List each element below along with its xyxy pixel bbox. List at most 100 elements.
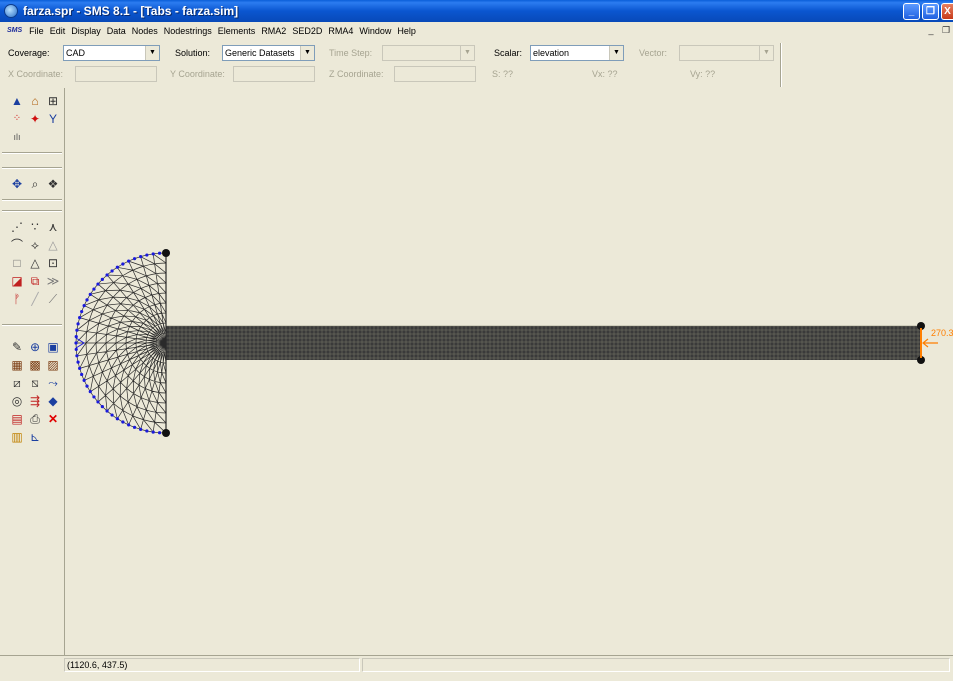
s-readout: S: ?? bbox=[492, 69, 514, 79]
rectangle-icon[interactable]: □ bbox=[9, 255, 25, 271]
sms-menu-logo-icon[interactable]: SMS bbox=[7, 27, 22, 34]
quad-icon[interactable]: ⊡ bbox=[45, 255, 61, 271]
select-mesh-icon[interactable]: ▲ bbox=[9, 93, 25, 109]
boundary-node bbox=[75, 328, 79, 332]
rotate-icon[interactable]: ❖ bbox=[45, 176, 61, 192]
mesh-plot[interactable] bbox=[66, 88, 953, 655]
nodestring-icon[interactable]: Y bbox=[45, 111, 61, 127]
terrain-icon[interactable]: ılı bbox=[9, 129, 25, 145]
assign-bc3-icon[interactable]: ▨ bbox=[45, 357, 61, 373]
boundary-node bbox=[88, 390, 92, 394]
contour-icon[interactable]: ◎ bbox=[9, 393, 25, 409]
scalar-select[interactable]: elevation ▼ bbox=[530, 45, 624, 61]
calculator-icon[interactable]: ▤ bbox=[9, 411, 25, 427]
boundary-node bbox=[121, 420, 125, 424]
x-coordinate-field[interactable] bbox=[75, 66, 157, 82]
menu-elements[interactable]: Elements bbox=[215, 26, 259, 36]
select-nodes-icon[interactable]: ∵ bbox=[27, 219, 43, 235]
menu-nodes[interactable]: Nodes bbox=[129, 26, 161, 36]
select-node-icon[interactable]: ⋰ bbox=[9, 219, 25, 235]
menu-edit[interactable]: Edit bbox=[47, 26, 69, 36]
menu-nodestrings[interactable]: Nodestrings bbox=[161, 26, 215, 36]
nodestring-create-icon[interactable]: ᚠ bbox=[9, 291, 25, 307]
scalar-label: Scalar: bbox=[494, 48, 523, 58]
chevron-down-icon[interactable]: ▼ bbox=[145, 46, 159, 60]
flow-bc-arrow-icon bbox=[922, 338, 938, 348]
cursor-coordinate-readout: (1120.6, 437.5) bbox=[64, 658, 360, 672]
menu-rma2[interactable]: RMA2 bbox=[258, 26, 289, 36]
menu-display[interactable]: Display bbox=[68, 26, 104, 36]
split-icon[interactable]: ⧉ bbox=[27, 273, 43, 289]
create-arc-icon[interactable]: ⌒ bbox=[9, 237, 25, 253]
line-icon[interactable]: ╱ bbox=[27, 291, 43, 307]
boundary-node bbox=[100, 405, 104, 409]
close-button[interactable]: X bbox=[941, 3, 953, 20]
line-alt-icon[interactable]: ⟋ bbox=[45, 291, 61, 307]
data-toolbar: Coverage: CAD ▼ Solution: Generic Datase… bbox=[0, 45, 780, 64]
vector-label: Vector: bbox=[639, 48, 668, 58]
menu-window[interactable]: Window bbox=[356, 26, 394, 36]
toolbar-separator bbox=[780, 43, 782, 87]
z-coordinate-field[interactable] bbox=[394, 66, 476, 82]
chevron-down-icon[interactable]: ▼ bbox=[460, 46, 474, 60]
dataset3-icon[interactable]: ⤳ bbox=[45, 375, 61, 391]
delete-icon[interactable]: ✕ bbox=[45, 411, 61, 427]
select-house-icon[interactable]: ⌂ bbox=[27, 93, 43, 109]
triangle-icon[interactable]: △ bbox=[45, 237, 61, 253]
dataset-icon[interactable]: ⧄ bbox=[9, 375, 25, 391]
assign-bc-icon[interactable]: ▦ bbox=[9, 357, 25, 373]
boundary-node bbox=[100, 277, 104, 281]
scatter-points-icon[interactable]: ⁘ bbox=[9, 111, 25, 127]
select-element-icon[interactable]: ⋏ bbox=[45, 219, 61, 235]
boundary-node bbox=[110, 413, 114, 417]
assign-bc2-icon[interactable]: ▩ bbox=[27, 357, 43, 373]
zoom-icon[interactable]: ⌕ bbox=[27, 176, 43, 192]
chevron-down-icon[interactable]: ▼ bbox=[300, 46, 314, 60]
sms-app-icon[interactable] bbox=[4, 4, 18, 18]
restore-button[interactable]: ❐ bbox=[922, 3, 939, 20]
menu-data[interactable]: Data bbox=[104, 26, 129, 36]
swap-icon[interactable]: ≫ bbox=[45, 273, 61, 289]
boundary-node bbox=[82, 378, 86, 382]
create-polygon-icon[interactable]: ⟡ bbox=[27, 237, 43, 253]
plot-icon[interactable]: ▥ bbox=[9, 429, 25, 445]
print-icon[interactable]: ⎙ bbox=[27, 411, 43, 427]
boundary-node bbox=[145, 253, 149, 257]
y-coordinate-label: Y Coordinate: bbox=[170, 69, 225, 79]
boundary-node bbox=[157, 431, 162, 435]
dataset2-icon[interactable]: ⧅ bbox=[27, 375, 43, 391]
boundary-node bbox=[115, 265, 119, 269]
solution-value: Generic Datasets bbox=[225, 48, 295, 58]
chevron-down-icon[interactable]: ▼ bbox=[759, 46, 773, 60]
edit-icon[interactable]: ✎ bbox=[9, 339, 25, 355]
layers-icon[interactable]: ◆ bbox=[45, 393, 61, 409]
menu-sed2d[interactable]: SED2D bbox=[289, 26, 325, 36]
feature-points-icon[interactable]: ✦ bbox=[27, 111, 43, 127]
menu-file[interactable]: File bbox=[26, 26, 47, 36]
select-grid-icon[interactable]: ⊞ bbox=[45, 93, 61, 109]
boundary-node bbox=[132, 257, 137, 261]
triangle-outline-icon[interactable]: △ bbox=[27, 255, 43, 271]
y-coordinate-field[interactable] bbox=[233, 66, 315, 82]
title-bar[interactable]: farza.spr - SMS 8.1 - [Tabs - farza.sim]… bbox=[0, 0, 953, 22]
graphics-window[interactable]: 270.3 bbox=[66, 88, 953, 655]
menu-help[interactable]: Help bbox=[394, 26, 419, 36]
coverage-select[interactable]: CAD ▼ bbox=[63, 45, 160, 61]
mdi-minimize-button[interactable]: _ bbox=[924, 24, 938, 37]
minimize-button[interactable]: _ bbox=[903, 3, 920, 20]
frame-icon[interactable]: ▣ bbox=[45, 339, 61, 355]
target-icon[interactable]: ⊕ bbox=[27, 339, 43, 355]
vector-select[interactable]: ▼ bbox=[679, 45, 774, 61]
vector-icon[interactable]: ⇶ bbox=[27, 393, 43, 409]
solution-select[interactable]: Generic Datasets ▼ bbox=[222, 45, 315, 61]
merge-icon[interactable]: ◪ bbox=[9, 273, 25, 289]
menu-rma4[interactable]: RMA4 bbox=[325, 26, 356, 36]
chart-icon[interactable]: ⊾ bbox=[27, 429, 43, 445]
pan-icon[interactable]: ✥ bbox=[9, 176, 25, 192]
mdi-restore-button[interactable]: ❐ bbox=[939, 24, 953, 37]
chevron-down-icon[interactable]: ▼ bbox=[609, 46, 623, 60]
scalar-value: elevation bbox=[533, 48, 570, 58]
timestep-select[interactable]: ▼ bbox=[382, 45, 475, 61]
boundary-node bbox=[96, 400, 100, 404]
semicircle-mesh bbox=[75, 252, 167, 434]
